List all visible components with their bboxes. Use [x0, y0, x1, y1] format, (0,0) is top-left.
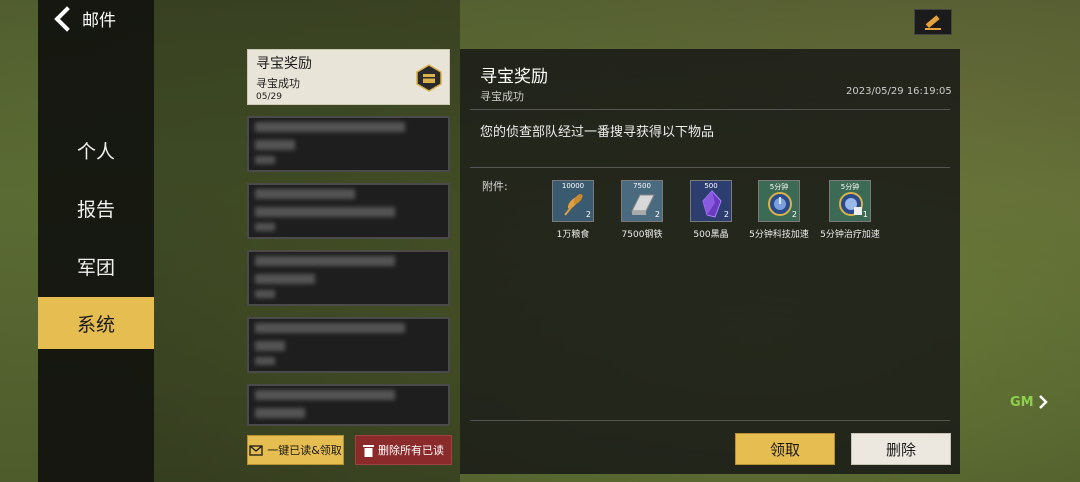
item-count: 2	[585, 210, 591, 219]
attachment-item-tech-speedup[interactable]: 5分钟 2 5分钟科技加速	[749, 180, 809, 240]
item-count: 1	[862, 210, 868, 219]
attachment-item-heal-speedup[interactable]: 5分钟 1 5分钟治疗加速	[820, 180, 880, 240]
category-sidebar: 个人 报告 军团 系统	[38, 0, 154, 482]
item-label: 500黑晶	[693, 230, 729, 240]
mail-item-date: 05/29	[256, 92, 282, 102]
attachments-label: 附件:	[482, 180, 508, 193]
steel-icon	[631, 194, 655, 215]
read-all-claim-button[interactable]: 一键已读&领取	[247, 435, 344, 465]
list-item[interactable]	[247, 183, 450, 239]
item-label: 7500钢铁	[621, 230, 663, 240]
divider	[470, 109, 950, 110]
divider	[470, 167, 950, 168]
gm-label: GM	[1010, 394, 1034, 410]
compose-button[interactable]	[914, 9, 952, 35]
gm-button[interactable]: GM	[1010, 394, 1048, 410]
nav-item-legion[interactable]: 军团	[38, 240, 154, 292]
trash-icon	[363, 444, 374, 457]
item-label: 1万粮食	[556, 230, 590, 240]
item-count: 2	[791, 210, 797, 219]
chevron-right-icon	[1038, 395, 1048, 409]
back-button[interactable]: 邮件	[52, 5, 116, 32]
mail-item-subtitle: 寻宝成功	[256, 77, 300, 90]
mail-item-title: 寻宝奖励	[256, 56, 312, 72]
list-item[interactable]	[247, 116, 450, 172]
list-item[interactable]	[247, 317, 450, 373]
claim-button[interactable]: 领取	[735, 433, 835, 465]
detail-timestamp: 2023/05/29 16:19:05	[846, 86, 952, 97]
item-count: 2	[723, 210, 729, 219]
detail-subtitle: 寻宝成功	[480, 90, 524, 103]
crystal-icon	[702, 190, 722, 218]
pencil-icon	[925, 15, 941, 30]
delete-button[interactable]: 删除	[851, 433, 951, 465]
attachment-item-crystal[interactable]: 500 2 500黑晶	[681, 180, 741, 240]
mail-detail-panel	[460, 49, 960, 474]
item-count: 2	[654, 210, 660, 219]
mail-item-selected[interactable]: 寻宝奖励 寻宝成功 05/29	[247, 49, 450, 105]
list-item[interactable]	[247, 384, 450, 426]
page-title: 邮件	[82, 11, 116, 31]
back-chevron-icon	[54, 5, 80, 32]
read-all-claim-label: 一键已读&领取	[267, 444, 342, 457]
delete-all-read-label: 删除所有已读	[378, 444, 444, 457]
nav-item-reports[interactable]: 报告	[38, 182, 154, 234]
treasure-chest-icon	[416, 64, 442, 92]
wheat-icon	[564, 194, 583, 216]
list-item[interactable]	[247, 250, 450, 306]
item-label: 5分钟科技加速	[749, 230, 809, 240]
envelope-icon	[249, 445, 263, 456]
nav-item-system[interactable]: 系统	[38, 297, 154, 349]
attachment-item-steel[interactable]: 7500 2 7500钢铁	[612, 180, 672, 240]
item-label: 5分钟治疗加速	[820, 230, 880, 240]
attachment-item-food[interactable]: 10000 2 1万粮食	[543, 180, 603, 240]
detail-body: 您的侦查部队经过一番搜寻获得以下物品	[480, 125, 715, 140]
detail-title: 寻宝奖励	[480, 67, 548, 87]
delete-all-read-button[interactable]: 删除所有已读	[355, 435, 452, 465]
divider	[470, 420, 950, 421]
heal-speedup-icon	[839, 192, 863, 216]
nav-item-personal[interactable]: 个人	[38, 124, 154, 176]
tech-speedup-icon	[768, 192, 792, 216]
